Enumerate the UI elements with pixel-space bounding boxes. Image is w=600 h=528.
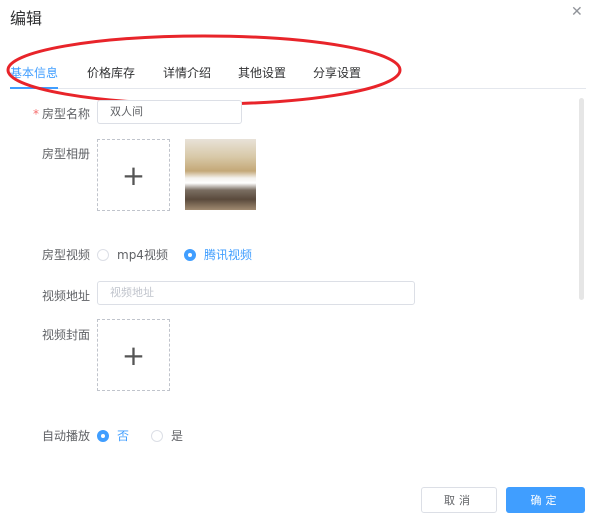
video-label: 房型视频 <box>41 248 90 262</box>
plus-icon: + <box>121 158 146 192</box>
radio-label: mp4视频 <box>117 248 168 262</box>
cover-label: 视频封面 <box>41 328 90 342</box>
room-photo-thumbnail[interactable] <box>185 139 256 210</box>
cover-upload-button[interactable]: + <box>97 319 170 391</box>
radio-autoplay-no[interactable]: 否 <box>97 427 129 444</box>
album-upload-button[interactable]: + <box>97 139 170 211</box>
annotation-ellipse <box>6 34 402 106</box>
plus-icon: + <box>121 338 146 372</box>
radio-mp4-video[interactable]: mp4视频 <box>97 246 168 263</box>
room-name-input[interactable]: 双人间 <box>97 100 242 124</box>
cancel-button[interactable]: 取消 <box>421 487 497 513</box>
radio-circle-checked <box>184 248 196 261</box>
scrollbar[interactable] <box>579 98 584 300</box>
radio-circle <box>97 248 109 261</box>
album-label: 房型相册 <box>41 147 90 161</box>
room-name-label-text: 房型名称 <box>41 107 90 121</box>
radio-circle-checked <box>97 429 109 442</box>
radio-autoplay-yes[interactable]: 是 <box>151 427 183 444</box>
confirm-button[interactable]: 确定 <box>506 487 585 513</box>
autoplay-label: 自动播放 <box>41 429 90 443</box>
radio-label: 否 <box>117 429 130 443</box>
close-icon[interactable]: ✕ <box>571 4 583 20</box>
radio-circle <box>151 429 163 442</box>
video-url-label: 视频地址 <box>41 289 90 303</box>
room-name-label: * 房型名称 <box>10 105 90 122</box>
video-url-input[interactable]: 视频地址 <box>97 281 415 305</box>
radio-label: 腾讯视频 <box>204 248 253 262</box>
radio-label: 是 <box>171 429 184 443</box>
required-mark: * <box>32 107 39 121</box>
dialog-title: 编辑 <box>10 9 43 28</box>
radio-tencent-video[interactable]: 腾讯视频 <box>184 246 252 263</box>
